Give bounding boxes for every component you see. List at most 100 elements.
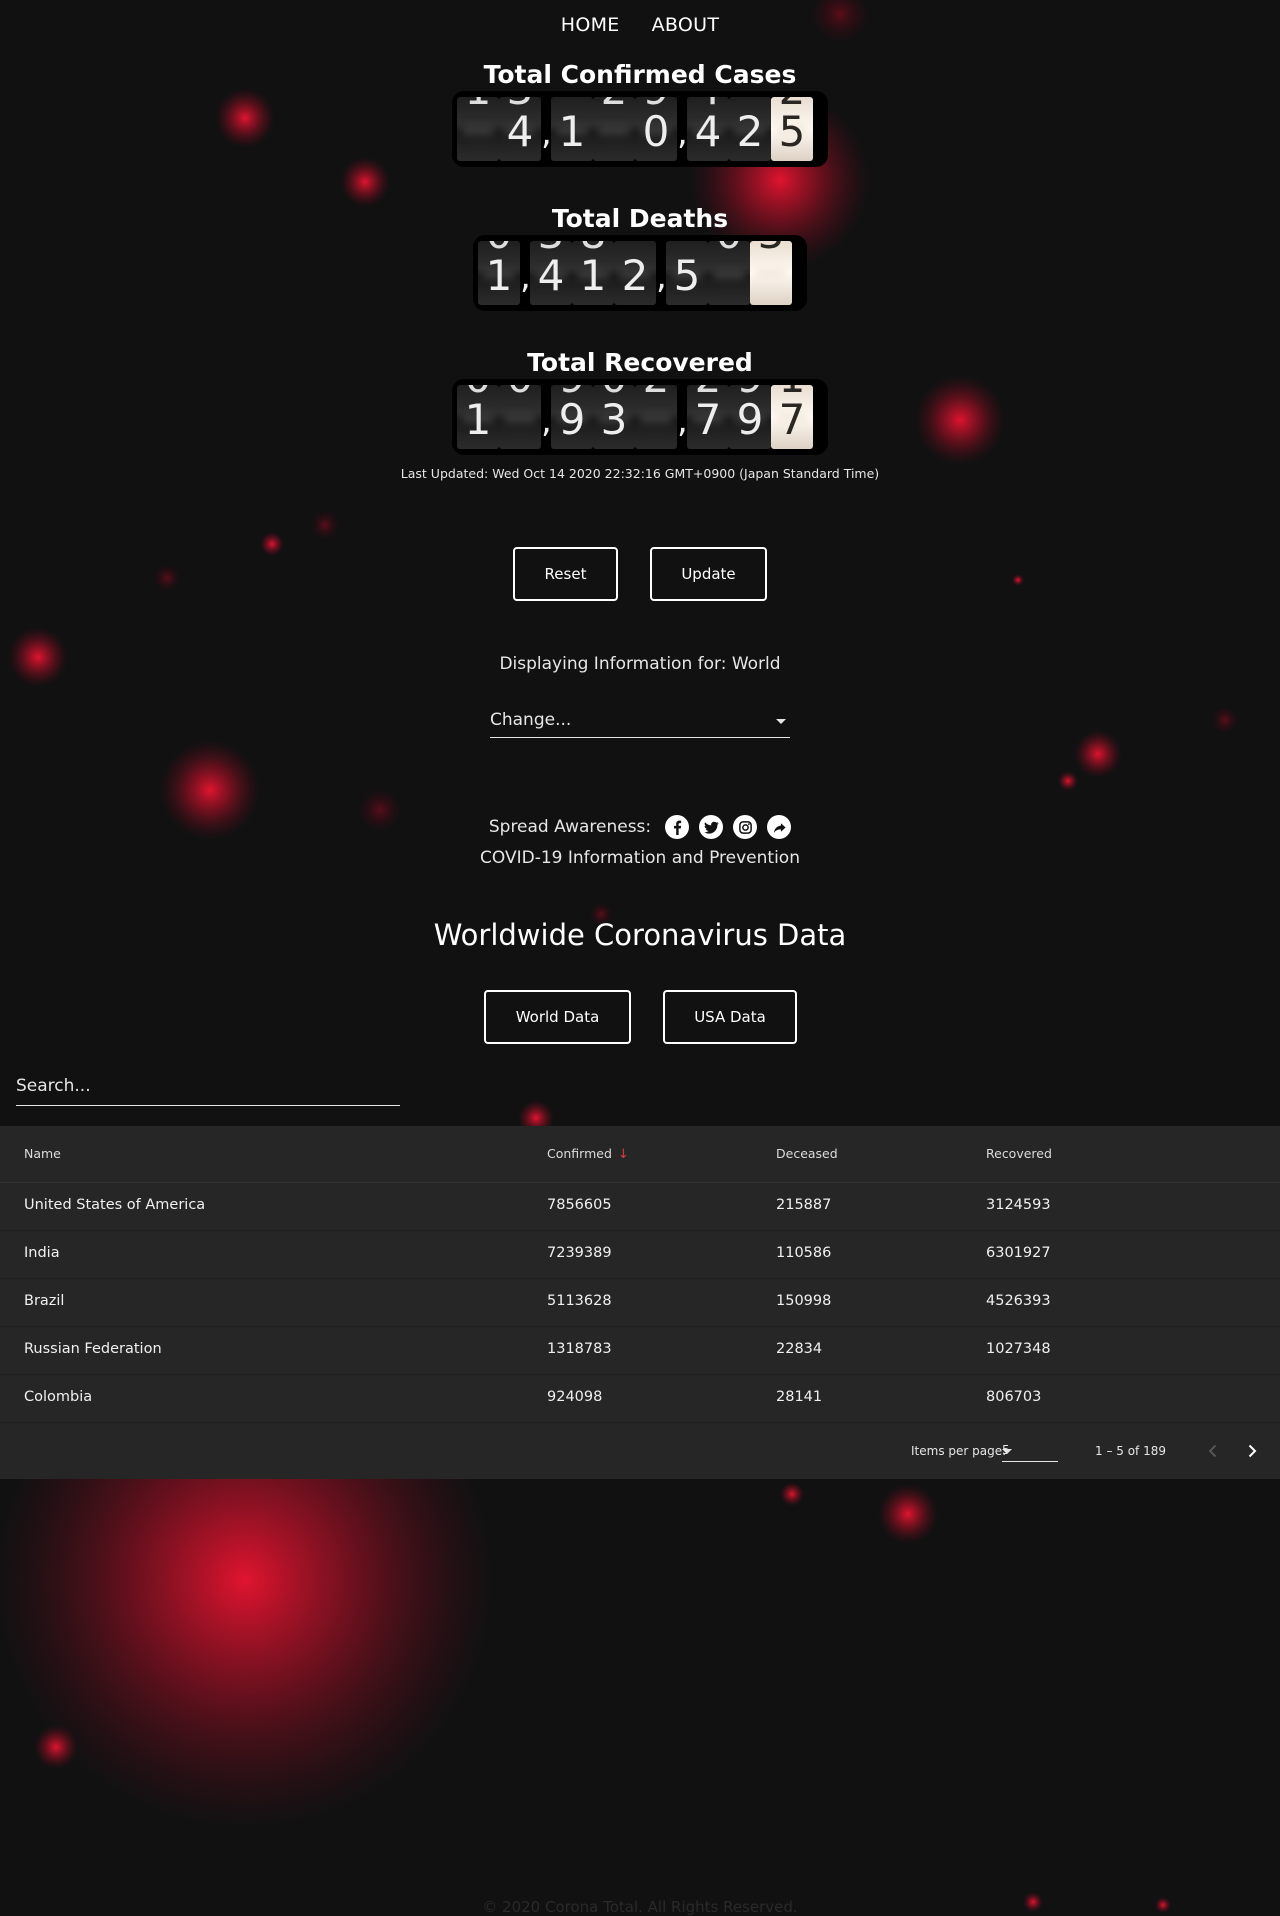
counter-digit: 99: [551, 385, 593, 449]
next-page-button[interactable]: [1238, 1437, 1266, 1465]
top-nav: HOME ABOUT: [0, 14, 1280, 36]
covid-info-link[interactable]: COVID-19 Information and Prevention: [0, 848, 1280, 868]
digit-rolling: 2: [593, 97, 635, 111]
digit-current: 4: [694, 107, 722, 156]
cell-name: India: [24, 1245, 60, 1261]
location-select[interactable]: Change...: [490, 710, 790, 738]
digit-current: 1: [579, 251, 607, 300]
counter-digit: 5: [666, 241, 708, 305]
update-button[interactable]: Update: [650, 547, 767, 601]
usa-data-button[interactable]: USA Data: [663, 990, 797, 1044]
world-data-button[interactable]: World Data: [484, 990, 631, 1044]
instagram-icon[interactable]: [733, 815, 758, 839]
cell-confirmed: 924098: [547, 1389, 603, 1405]
digit-current: 1: [558, 107, 586, 156]
digit-current: 5: [673, 251, 701, 300]
digit-current: 4: [537, 251, 565, 300]
counter-digit: 90: [635, 97, 677, 161]
digit-current: 0: [642, 107, 670, 156]
search-field: [16, 1076, 400, 1106]
counter-digit: 0: [708, 241, 750, 305]
counter-digit: 1: [551, 97, 593, 161]
page-range-text: 1 – 5 of 189: [1095, 1444, 1166, 1458]
digit-current: 7: [778, 395, 806, 444]
data-table: Name Confirmed ↓ Deceased Recovered Unite…: [0, 1126, 1280, 1479]
cell-deceased: 110586: [776, 1245, 832, 1261]
digit-current: 9: [736, 395, 764, 444]
digit-separator: ,: [541, 401, 552, 441]
counter-digit: 99: [729, 385, 771, 449]
cell-confirmed: 5113628: [547, 1293, 612, 1309]
nav-home-link[interactable]: HOME: [561, 14, 620, 36]
digit-separator: ,: [677, 113, 688, 153]
chevron-left-icon: [1208, 1444, 1217, 1458]
deaths-title: Total Deaths: [551, 204, 729, 233]
digit-separator: ,: [520, 257, 531, 297]
table-row[interactable]: United States of America 7856605 215887 312…: [0, 1183, 1280, 1231]
digit-current: 2: [621, 251, 649, 300]
spread-awareness: Spread Awareness:: [0, 815, 1280, 839]
sort-arrow-down-icon: ↓: [617, 1147, 629, 1162]
counter-digit: 01: [478, 241, 520, 305]
cell-name: Colombia: [24, 1389, 93, 1405]
counter-digit: 2: [635, 385, 677, 449]
recovered-counter: 010,99032,279917: [452, 379, 828, 455]
table-row[interactable]: Brazil 5113628 150998 4526393: [0, 1279, 1280, 1327]
cell-recovered: 806703: [986, 1389, 1042, 1405]
digit-rolling: 3: [750, 241, 792, 255]
digit-current: 1: [485, 251, 513, 300]
table-row[interactable]: India 7239389 110586 6301927: [0, 1231, 1280, 1279]
cell-recovered: 6301927: [986, 1245, 1051, 1261]
confirmed-counter: 134,1290,44225: [452, 91, 828, 167]
digit-current: 7: [694, 395, 722, 444]
table-row[interactable]: Colombia 924098 28141 806703: [0, 1375, 1280, 1423]
confirmed-title: Total Confirmed Cases: [483, 60, 797, 89]
cell-confirmed: 7856605: [547, 1197, 612, 1213]
cell-recovered: 4526393: [986, 1293, 1051, 1309]
header-confirmed[interactable]: Confirmed ↓: [547, 1146, 629, 1162]
cell-deceased: 22834: [776, 1341, 823, 1357]
digit-current: 1: [464, 395, 492, 444]
table-row[interactable]: Russian Federation 1318783 22834 1027348: [0, 1327, 1280, 1375]
counter-digit: 27: [687, 385, 729, 449]
counter-digit: 81: [572, 241, 614, 305]
header-recovered[interactable]: Recovered: [986, 1146, 1052, 1161]
cell-recovered: 1027348: [986, 1341, 1051, 1357]
counter-digit: 3: [750, 241, 792, 305]
header-deceased[interactable]: Deceased: [776, 1146, 838, 1161]
digit-current: 9: [558, 395, 586, 444]
reset-button[interactable]: Reset: [513, 547, 618, 601]
digit-rolling: 1: [457, 97, 499, 111]
footer-text: © 2020 Corona Total. All Rights Reserved…: [482, 1898, 798, 1916]
nav-about-link[interactable]: ABOUT: [652, 14, 720, 36]
counter-digit: 17: [771, 385, 813, 449]
share-icon[interactable]: [767, 815, 792, 839]
chevron-right-icon: [1248, 1444, 1257, 1458]
cell-deceased: 150998: [776, 1293, 832, 1309]
counter-digit: 44: [687, 97, 729, 161]
digit-current: 2: [736, 107, 764, 156]
dropdown-arrow-icon: [776, 719, 786, 724]
digit-rolling: 0: [499, 385, 541, 399]
digit-rolling: 0: [708, 241, 750, 255]
section-title: Worldwide Coronavirus Data: [433, 918, 847, 952]
paginator: Items per page: 5 1 – 5 of 189: [0, 1423, 1280, 1479]
counter-digit: 1: [457, 97, 499, 161]
counter-digit: 2: [729, 97, 771, 161]
header-confirmed-label: Confirmed: [547, 1146, 612, 1161]
facebook-icon[interactable]: [665, 815, 690, 839]
recovered-title: Total Recovered: [527, 348, 753, 377]
digit-current: 4: [506, 107, 534, 156]
prev-page-button[interactable]: [1199, 1437, 1227, 1465]
counter-digit: 2: [614, 241, 656, 305]
items-per-page-select[interactable]: 5: [1002, 1439, 1058, 1462]
cell-deceased: 28141: [776, 1389, 823, 1405]
cell-confirmed: 7239389: [547, 1245, 612, 1261]
digit-current: 5: [778, 107, 806, 156]
search-input[interactable]: [16, 1076, 400, 1096]
header-name[interactable]: Name: [24, 1146, 61, 1161]
counter-digit: 01: [457, 385, 499, 449]
twitter-icon[interactable]: [699, 815, 724, 839]
counter-digit: 2: [593, 97, 635, 161]
table-body: United States of America 7856605 215887 312…: [0, 1183, 1280, 1423]
